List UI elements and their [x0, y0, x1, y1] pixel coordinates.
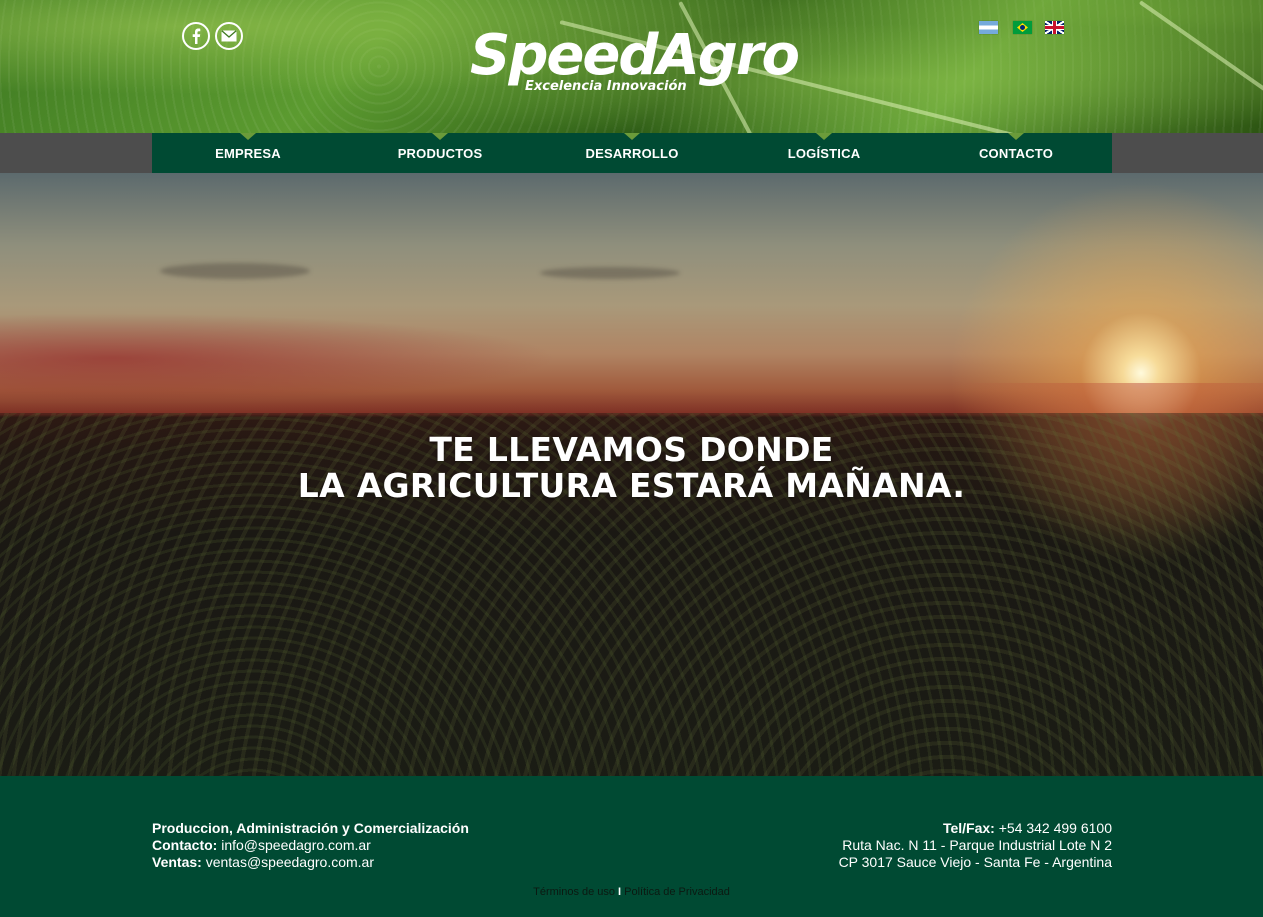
hero-cloud: [540, 267, 680, 279]
nav-item-contacto[interactable]: CONTACTO: [920, 133, 1112, 173]
privacy-link[interactable]: Política de Privacidad: [624, 886, 730, 898]
footer-left-title: Produccion, Administración y Comercializ…: [152, 820, 469, 836]
facebook-icon[interactable]: [182, 22, 210, 50]
contacto-label: Contacto:: [152, 837, 218, 853]
nav-item-logistica[interactable]: LOGÍSTICA: [728, 133, 920, 173]
nav-label: PRODUCTOS: [397, 145, 483, 161]
nav-label: DESARROLLO: [585, 145, 679, 161]
footer-separator: I: [618, 886, 622, 898]
nav-item-desarrollo[interactable]: DESARROLLO: [536, 133, 728, 173]
nav-notch: [624, 133, 640, 140]
nav-label: LOGÍSTICA: [787, 145, 861, 161]
ventas-email-link[interactable]: ventas@speedagro.com.ar: [206, 854, 374, 870]
footer: Produccion, Administración y Comercializ…: [0, 776, 1263, 917]
hero-red-haze: [0, 313, 560, 403]
hero-image: TE LLEVAMOS DONDE LA AGRICULTURA ESTARÁ …: [0, 173, 1263, 776]
address-line2: CP 3017 Sauce Viejo - Santa Fe - Argenti…: [838, 854, 1112, 870]
terms-link[interactable]: Términos de uso: [533, 886, 615, 898]
hero-headline: TE LLEVAMOS DONDE LA AGRICULTURA ESTARÁ …: [0, 432, 1263, 504]
address-line1: Ruta Nac. N 11 - Parque Industrial Lote …: [842, 837, 1112, 853]
nav-notch: [1008, 133, 1024, 140]
ventas-label: Ventas:: [152, 854, 202, 870]
hero-headline-line2: LA AGRICULTURA ESTARÁ MAÑANA.: [297, 466, 966, 505]
flag-argentina-icon[interactable]: [979, 21, 998, 34]
contacto-email-link[interactable]: info@speedagro.com.ar: [221, 837, 371, 853]
hero-cloud: [160, 263, 310, 279]
nav-label: CONTACTO: [978, 145, 1054, 161]
hero-headline-line1: TE LLEVAMOS DONDE: [429, 430, 834, 469]
speedagro-logo[interactable]: SpeedAgro Excelencia Innovación: [470, 26, 810, 98]
tel-value: +54 342 499 6100: [998, 820, 1112, 836]
footer-address-block: Tel/Fax: +54 342 499 6100 Ruta Nac. N 11…: [839, 820, 1112, 871]
logo-name: SpeedAgro: [470, 23, 800, 88]
mail-icon[interactable]: [215, 22, 243, 50]
flag-uk-icon[interactable]: [1045, 21, 1064, 34]
nav-notch: [816, 133, 832, 140]
nav-label: EMPRESA: [215, 145, 281, 161]
tel-label: Tel/Fax:: [942, 820, 995, 836]
nav-item-productos[interactable]: PRODUCTOS: [344, 133, 536, 173]
header-banner: SpeedAgro Excelencia Innovación: [0, 0, 1263, 150]
nav-notch: [240, 133, 256, 140]
main-nav: EMPRESA PRODUCTOS DESARROLLO LOGÍSTICA C…: [152, 133, 1112, 173]
flag-brazil-icon[interactable]: [1013, 21, 1032, 34]
nav-notch: [432, 133, 448, 140]
footer-legal-links: Términos de uso I Política de Privacidad: [0, 886, 1263, 898]
nav-item-empresa[interactable]: EMPRESA: [152, 133, 344, 173]
leaf-vein: [1138, 0, 1263, 96]
logo-tagline: Excelencia Innovación: [525, 79, 687, 94]
footer-contact-block: Produccion, Administración y Comercializ…: [152, 820, 469, 871]
